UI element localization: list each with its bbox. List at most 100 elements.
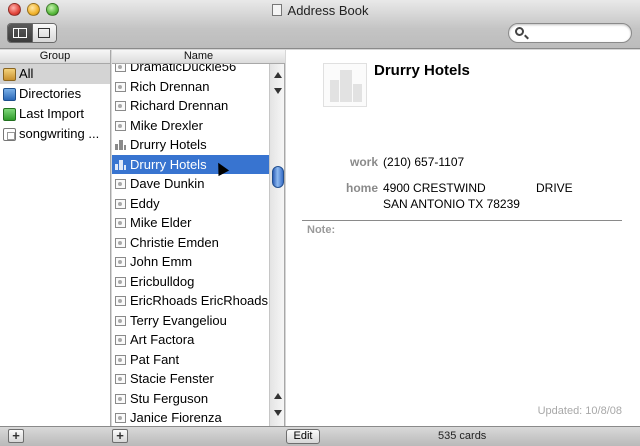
search-field[interactable] — [508, 23, 632, 43]
list-item[interactable]: Stacie Fenster — [112, 369, 269, 389]
group-icon — [3, 128, 16, 141]
list-item-label: Ericbulldog — [130, 273, 195, 289]
list-item[interactable]: Stu Ferguson — [112, 389, 269, 409]
group-item-songwriting[interactable]: songwriting ... — [0, 124, 110, 144]
directories-icon — [3, 88, 16, 101]
company-icon — [115, 140, 126, 150]
list-item-label: Stacie Fenster — [130, 371, 214, 386]
search-icon — [515, 27, 524, 36]
address-label: home — [345, 181, 378, 195]
group-item-label: songwriting ... — [19, 126, 100, 141]
list-item-label: DramaticDuckie56 — [130, 64, 237, 74]
list-item[interactable]: Christie Emden — [112, 233, 269, 253]
document-icon — [271, 4, 282, 16]
note-divider — [302, 220, 622, 221]
note-label[interactable]: Note: — [307, 224, 335, 236]
person-card-icon — [115, 374, 126, 384]
list-item[interactable]: Richard Drennan — [112, 96, 269, 116]
bottom-bar: + + Edit 535 cards — [0, 426, 640, 446]
card-count: 535 cards — [438, 430, 487, 442]
person-card-icon — [115, 257, 126, 267]
list-item[interactable]: Drurry Hotels — [112, 135, 269, 155]
list-item-label: Stu Ferguson — [130, 390, 209, 406]
last-import-icon — [3, 108, 16, 121]
person-card-icon — [115, 354, 126, 365]
person-card-icon — [115, 179, 126, 189]
all-contacts-icon — [3, 68, 16, 81]
group-item-label: All — [19, 66, 34, 81]
scroll-up-arrow-icon[interactable] — [274, 72, 282, 78]
address-street: 4900 CRESTWIND — [383, 181, 486, 195]
person-card-icon — [115, 101, 126, 111]
person-card-icon — [115, 237, 126, 248]
scroll-down-arrow-icon[interactable] — [274, 410, 282, 416]
card-panel: Drurry Hotels work (210) 657-1107 home 4… — [286, 50, 640, 426]
list-item-label: Christie Emden — [130, 234, 219, 250]
company-photo-icon[interactable] — [323, 63, 367, 107]
phone-value: (210) 657-1107 — [383, 155, 465, 169]
list-item-label: Janice Fiorenza — [130, 410, 222, 425]
add-group-button[interactable]: + — [8, 429, 24, 443]
address-city: SAN ANTONIO TX 78239 — [383, 197, 520, 211]
scroll-down-arrow-icon[interactable] — [274, 88, 282, 94]
name-list: DramaticDuckie56 Rich Drennan Richard Dren… — [112, 64, 269, 426]
list-item-label: Drurry Hotels — [130, 137, 207, 152]
list-item-label: Drurry Hotels — [130, 156, 207, 172]
edit-button[interactable]: Edit — [286, 429, 320, 444]
list-item-label: Richard Drennan — [130, 98, 229, 113]
name-column-header: Name — [112, 50, 285, 64]
card-name: Drurry Hotels — [374, 62, 470, 79]
list-item-label: Pat Fant — [130, 351, 180, 367]
person-card-icon — [115, 296, 126, 306]
list-item-label: Mike Elder — [130, 215, 192, 230]
list-item[interactable]: EricRhoads EricRhoads — [112, 291, 269, 311]
scroll-up-arrow-icon[interactable] — [274, 393, 282, 399]
list-item[interactable]: DramaticDuckie56 — [112, 64, 269, 77]
person-card-icon — [115, 393, 126, 404]
group-item-label: Last Import — [19, 106, 85, 121]
list-item-label: Dave Dunkin — [130, 176, 205, 191]
updated-timestamp: Updated: 10/8/08 — [537, 405, 622, 417]
column-view-button[interactable] — [8, 24, 32, 42]
title-bar: Address Book — [0, 0, 640, 49]
address-street-suffix: DRIVE — [536, 181, 573, 195]
list-item-label: John Emm — [130, 254, 193, 269]
list-item-label: Art Factora — [130, 332, 195, 347]
list-item[interactable]: Ericbulldog — [112, 272, 269, 292]
person-card-icon — [115, 198, 126, 209]
person-card-icon — [115, 81, 126, 92]
add-card-button[interactable]: + — [112, 429, 128, 443]
group-item-all[interactable]: All — [0, 64, 110, 84]
phone-label: work — [349, 155, 378, 169]
list-item[interactable]: Janice Fiorenza — [112, 408, 269, 426]
list-item[interactable]: Drurry Hotels — [112, 154, 269, 176]
card-icon — [38, 28, 51, 38]
list-item[interactable]: Pat Fant — [112, 350, 269, 370]
list-item[interactable]: Rich Drennan — [112, 77, 269, 97]
list-item-label: Terry Evangeliou — [130, 312, 227, 328]
group-item-last-import[interactable]: Last Import — [0, 104, 110, 124]
list-item[interactable]: Mike Elder — [112, 213, 269, 233]
person-card-icon — [115, 64, 126, 72]
columns-icon — [12, 28, 27, 38]
list-item[interactable]: Dave Dunkin — [112, 174, 269, 194]
person-card-icon — [115, 276, 126, 287]
list-item[interactable]: Eddy — [112, 194, 269, 214]
card-view-button[interactable] — [31, 24, 56, 42]
list-item[interactable]: Terry Evangeliou — [112, 311, 269, 331]
person-card-icon — [115, 218, 126, 228]
list-item[interactable]: Art Factora — [112, 330, 269, 350]
list-item[interactable]: Mike Drexler — [112, 116, 269, 136]
group-list: All Directories Last Import songwriting … — [0, 64, 111, 426]
name-list-scrollbar[interactable] — [269, 64, 284, 426]
list-item[interactable]: John Emm — [112, 252, 269, 272]
list-item-label: Rich Drennan — [130, 78, 210, 94]
scrollbar-thumb[interactable] — [272, 166, 284, 188]
person-card-icon — [115, 315, 126, 326]
window-title-area: Address Book — [0, 3, 640, 18]
list-item-label: Mike Drexler — [130, 117, 203, 133]
window-title: Address Book — [287, 3, 369, 18]
group-column-header: Group — [0, 50, 111, 64]
group-item-directories[interactable]: Directories — [0, 84, 110, 104]
person-card-icon — [115, 335, 126, 345]
